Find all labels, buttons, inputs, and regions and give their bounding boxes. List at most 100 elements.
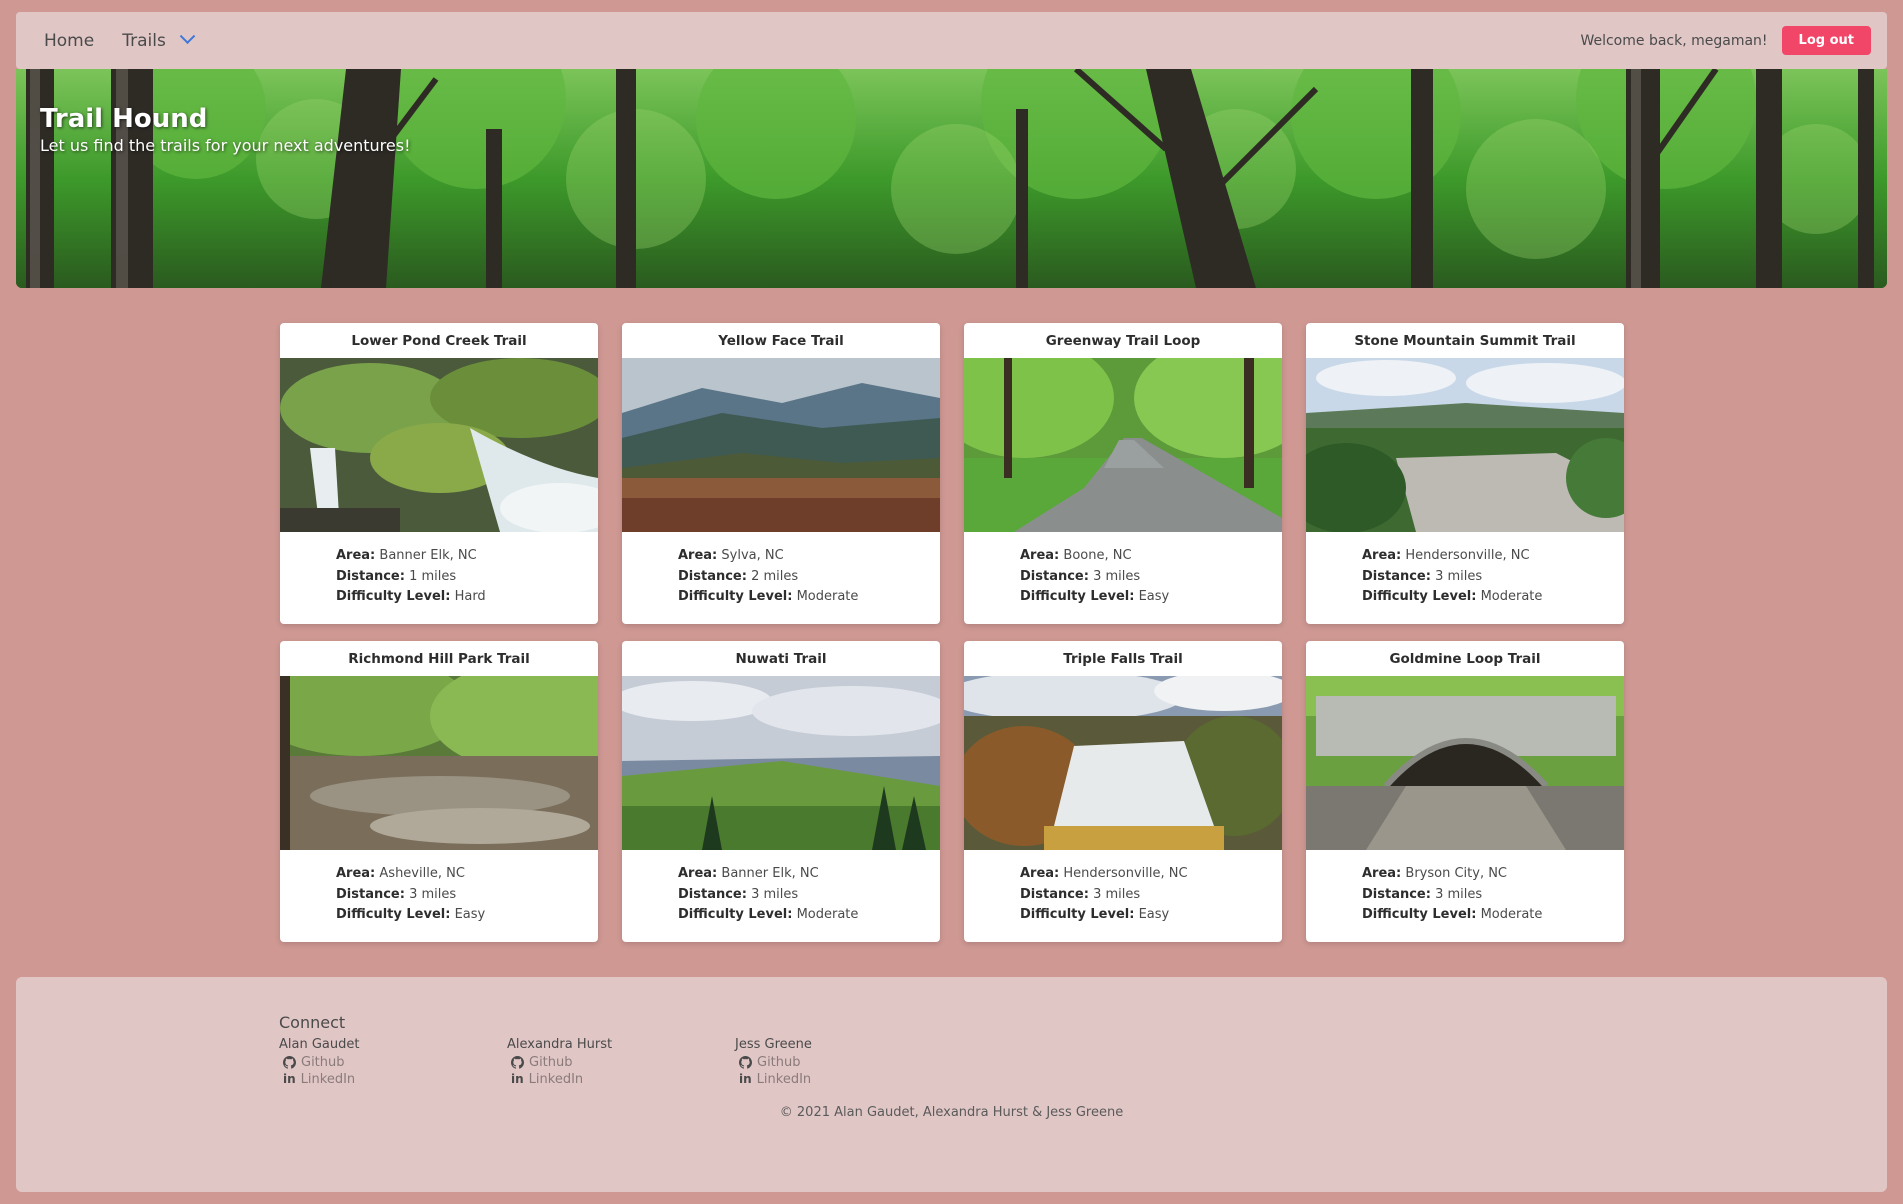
- hero-banner: Trail Hound Let us find the trails for y…: [16, 69, 1887, 288]
- welcome-message: Welcome back, megaman!: [1580, 32, 1768, 49]
- site-tagline: Let us find the trails for your next adv…: [40, 136, 411, 155]
- navbar: Home Trails Welcome back, megaman! Log o…: [16, 12, 1887, 69]
- trail-distance: 3 miles: [1093, 886, 1141, 902]
- area-label: Area:: [1362, 548, 1402, 563]
- area-label: Area:: [678, 548, 718, 563]
- trail-photo: [964, 676, 1282, 850]
- github-icon: [283, 1055, 296, 1069]
- linkedin-icon: in: [739, 1072, 752, 1086]
- trail-distance: 1 miles: [409, 568, 457, 584]
- distance-label: Distance:: [1362, 568, 1431, 584]
- github-link[interactable]: Github: [279, 1054, 359, 1072]
- linkedin-icon: in: [511, 1072, 524, 1086]
- contributor-alexandra: Alexandra Hurst Github in LinkedIn: [507, 1036, 612, 1089]
- trail-photo: [1306, 358, 1624, 532]
- trail-name: Triple Falls Trail: [1063, 651, 1183, 667]
- trail-area: Banner Elk, NC: [721, 866, 819, 881]
- area-label: Area:: [336, 548, 376, 563]
- trail-distance: 3 miles: [409, 886, 457, 902]
- trail-photo: [964, 358, 1282, 532]
- distance-label: Distance:: [1020, 568, 1089, 584]
- github-icon: [739, 1055, 752, 1069]
- trail-photo: [280, 358, 598, 532]
- chevron-down-icon: [179, 28, 196, 45]
- trail-info: Area: Sylva, NC Distance: 2 miles Diffic…: [622, 532, 940, 608]
- linkedin-label: LinkedIn: [528, 1072, 584, 1087]
- trail-difficulty: Moderate: [796, 589, 859, 604]
- distance-label: Distance:: [678, 568, 747, 584]
- area-label: Area:: [1020, 866, 1060, 881]
- hero-text: Trail Hound Let us find the trails for y…: [40, 104, 411, 155]
- trail-card[interactable]: Lower Pond Creek Trail Area: Banner Elk,…: [280, 323, 598, 624]
- trail-name: Richmond Hill Park Trail: [348, 651, 530, 667]
- trail-name: Lower Pond Creek Trail: [351, 333, 527, 349]
- contributor-jess: Jess Greene Github in LinkedIn: [735, 1036, 812, 1089]
- linkedin-label: LinkedIn: [300, 1072, 356, 1087]
- trail-photo: [1306, 676, 1624, 850]
- github-link[interactable]: Github: [507, 1054, 612, 1072]
- github-label: Github: [757, 1054, 801, 1070]
- trail-name: Nuwati Trail: [735, 651, 827, 667]
- github-label: Github: [301, 1054, 345, 1070]
- trail-card[interactable]: Yellow Face Trail Area: Sylva, NC Distan…: [622, 323, 940, 624]
- connect-heading: Connect: [279, 1013, 346, 1032]
- trail-name: Yellow Face Trail: [718, 333, 844, 349]
- linkedin-link[interactable]: in LinkedIn: [507, 1071, 612, 1089]
- distance-label: Distance:: [678, 886, 747, 902]
- difficulty-label: Difficulty Level:: [1362, 589, 1477, 604]
- trail-card[interactable]: Richmond Hill Park Trail Area: Asheville…: [280, 641, 598, 942]
- trail-difficulty: Hard: [454, 589, 486, 604]
- trail-name: Stone Mountain Summit Trail: [1354, 333, 1576, 349]
- trail-distance: 3 miles: [751, 886, 799, 902]
- nav-home-link[interactable]: Home: [44, 31, 94, 51]
- linkedin-label: LinkedIn: [756, 1072, 812, 1087]
- trail-area: Asheville, NC: [379, 866, 465, 881]
- difficulty-label: Difficulty Level:: [678, 589, 793, 604]
- area-label: Area:: [1362, 866, 1402, 881]
- trail-difficulty: Easy: [454, 907, 486, 922]
- trail-card[interactable]: Stone Mountain Summit Trail Area: Hender…: [1306, 323, 1624, 624]
- distance-label: Distance:: [1020, 886, 1089, 902]
- trail-info: Area: Bryson City, NC Distance: 3 miles …: [1306, 850, 1624, 926]
- github-icon: [511, 1055, 524, 1069]
- trail-card[interactable]: Goldmine Loop Trail Area: Bryson City, N…: [1306, 641, 1624, 942]
- forest-background-image: [16, 69, 1887, 288]
- linkedin-icon: in: [283, 1072, 296, 1086]
- trail-name: Greenway Trail Loop: [1045, 333, 1201, 349]
- difficulty-label: Difficulty Level:: [336, 907, 451, 922]
- nav-right: Welcome back, megaman! Log out: [1580, 26, 1871, 55]
- linkedin-link[interactable]: in LinkedIn: [735, 1071, 812, 1089]
- trail-distance: 3 miles: [1435, 568, 1483, 584]
- trail-info: Area: Banner Elk, NC Distance: 3 miles D…: [622, 850, 940, 926]
- trail-photo: [622, 358, 940, 532]
- difficulty-label: Difficulty Level:: [1020, 907, 1135, 922]
- area-label: Area:: [678, 866, 718, 881]
- logout-button[interactable]: Log out: [1781, 26, 1871, 55]
- contributor-name: Alexandra Hurst: [507, 1037, 613, 1052]
- trail-info: Area: Banner Elk, NC Distance: 1 miles D…: [280, 532, 598, 608]
- trail-card[interactable]: Nuwati Trail Area: Banner Elk, NC Distan…: [622, 641, 940, 942]
- difficulty-label: Difficulty Level:: [1362, 907, 1477, 922]
- nav-trails-dropdown[interactable]: Trails: [122, 28, 196, 51]
- distance-label: Distance:: [1362, 886, 1431, 902]
- trail-card[interactable]: Triple Falls Trail Area: Hendersonville,…: [964, 641, 1282, 942]
- footer: Connect Alan Gaudet Github in LinkedIn A…: [16, 977, 1887, 1192]
- contributor-name: Alan Gaudet: [279, 1037, 360, 1052]
- trail-area: Hendersonville, NC: [1063, 866, 1188, 881]
- trail-distance: 3 miles: [1435, 886, 1483, 902]
- trail-info: Area: Boone, NC Distance: 3 miles Diffic…: [964, 532, 1282, 608]
- trail-area: Bryson City, NC: [1405, 866, 1508, 881]
- difficulty-label: Difficulty Level:: [336, 589, 451, 604]
- area-label: Area:: [336, 866, 376, 881]
- trail-area: Banner Elk, NC: [379, 548, 477, 563]
- copyright-text: © 2021 Alan Gaudet, Alexandra Hurst & Je…: [779, 1105, 1124, 1120]
- trail-distance: 2 miles: [751, 568, 799, 584]
- linkedin-link[interactable]: in LinkedIn: [279, 1071, 359, 1089]
- trail-difficulty: Moderate: [796, 907, 859, 922]
- trail-card[interactable]: Greenway Trail Loop Area: Boone, NC Dist…: [964, 323, 1282, 624]
- github-link[interactable]: Github: [735, 1054, 812, 1072]
- site-title: Trail Hound: [40, 104, 208, 134]
- contributor-name: Jess Greene: [735, 1037, 812, 1052]
- trail-info: Area: Hendersonville, NC Distance: 3 mil…: [964, 850, 1282, 926]
- trail-name: Goldmine Loop Trail: [1389, 651, 1541, 667]
